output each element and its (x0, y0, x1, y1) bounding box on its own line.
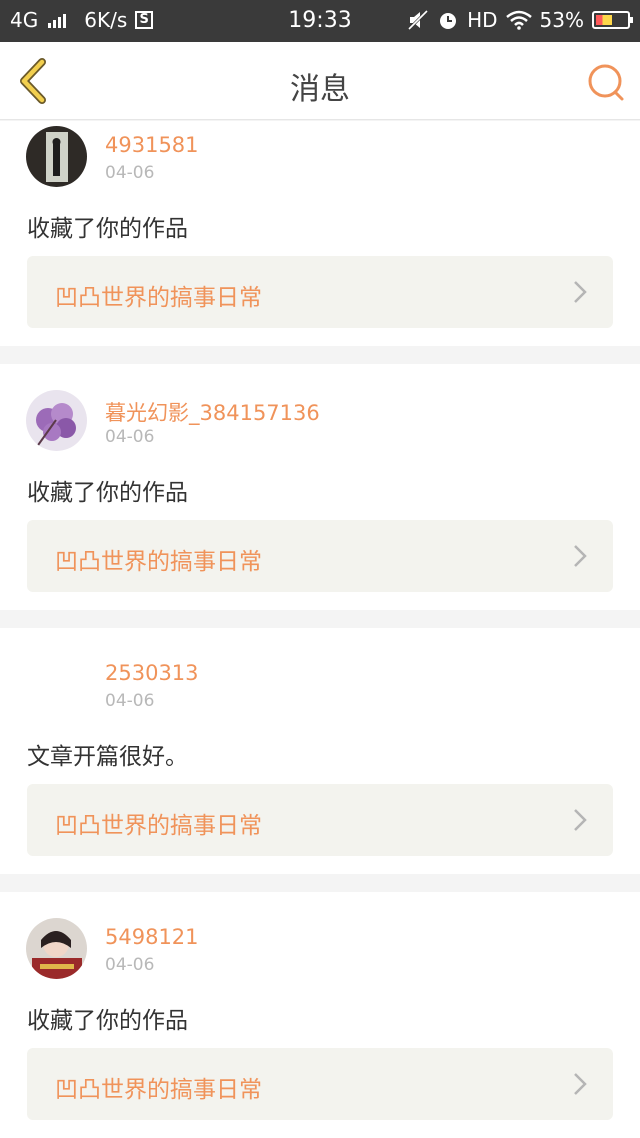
work-link[interactable]: 凹凸世界的搞事日常 (27, 1048, 613, 1120)
user-avatar[interactable] (26, 390, 87, 451)
user-avatar[interactable] (26, 126, 87, 187)
username[interactable]: 5498121 (105, 925, 199, 949)
work-link[interactable]: 凹凸世界的搞事日常 (27, 784, 613, 856)
top-nav-bar: 消息 (0, 42, 640, 120)
notification-item: 2530313 04-06 文章开篇很好。 凹凸世界的搞事日常 (0, 628, 640, 874)
action-text: 收藏了你的作品 (27, 480, 188, 506)
status-bar: 4G 6K/s S 19:33 HD 53% (0, 0, 640, 42)
work-title: 凹凸世界的搞事日常 (55, 813, 262, 839)
search-icon[interactable] (586, 62, 626, 102)
battery-icon (592, 11, 633, 29)
chevron-right-icon (574, 281, 587, 303)
action-text: 文章开篇很好。 (27, 744, 188, 770)
timestamp: 04-06 (105, 955, 155, 975)
timestamp: 04-06 (105, 691, 155, 711)
notification-item: 5498121 04-06 收藏了你的作品 凹凸世界的搞事日常 (0, 892, 640, 1138)
username[interactable]: 4931581 (105, 133, 199, 157)
chevron-right-icon (574, 545, 587, 567)
action-text: 收藏了你的作品 (27, 216, 188, 242)
chevron-right-icon (574, 809, 587, 831)
work-link[interactable]: 凹凸世界的搞事日常 (27, 520, 613, 592)
alarm-icon (440, 13, 457, 29)
notification-item: 暮光幻影_384157136 04-06 收藏了你的作品 凹凸世界的搞事日常 (0, 364, 640, 610)
wifi-icon (505, 10, 532, 30)
page-title: 消息 (290, 72, 350, 107)
username[interactable]: 暮光幻影_384157136 (105, 397, 320, 427)
work-title: 凹凸世界的搞事日常 (55, 1077, 262, 1103)
hd-indicator: HD (467, 8, 498, 32)
user-avatar[interactable] (26, 918, 87, 979)
work-title: 凹凸世界的搞事日常 (55, 549, 262, 575)
battery-percent: 53% (539, 8, 584, 32)
work-title: 凹凸世界的搞事日常 (55, 285, 262, 311)
work-link[interactable]: 凹凸世界的搞事日常 (27, 256, 613, 328)
timestamp: 04-06 (105, 163, 155, 183)
mute-icon (408, 9, 429, 31)
username[interactable]: 2530313 (105, 661, 199, 685)
notification-item: 4931581 04-06 收藏了你的作品 凹凸世界的搞事日常 (0, 121, 640, 346)
battery-level (596, 15, 612, 25)
status-right: HD 53% (407, 8, 633, 32)
chevron-right-icon (574, 1073, 587, 1095)
action-text: 收藏了你的作品 (27, 1008, 188, 1034)
timestamp: 04-06 (105, 427, 155, 447)
